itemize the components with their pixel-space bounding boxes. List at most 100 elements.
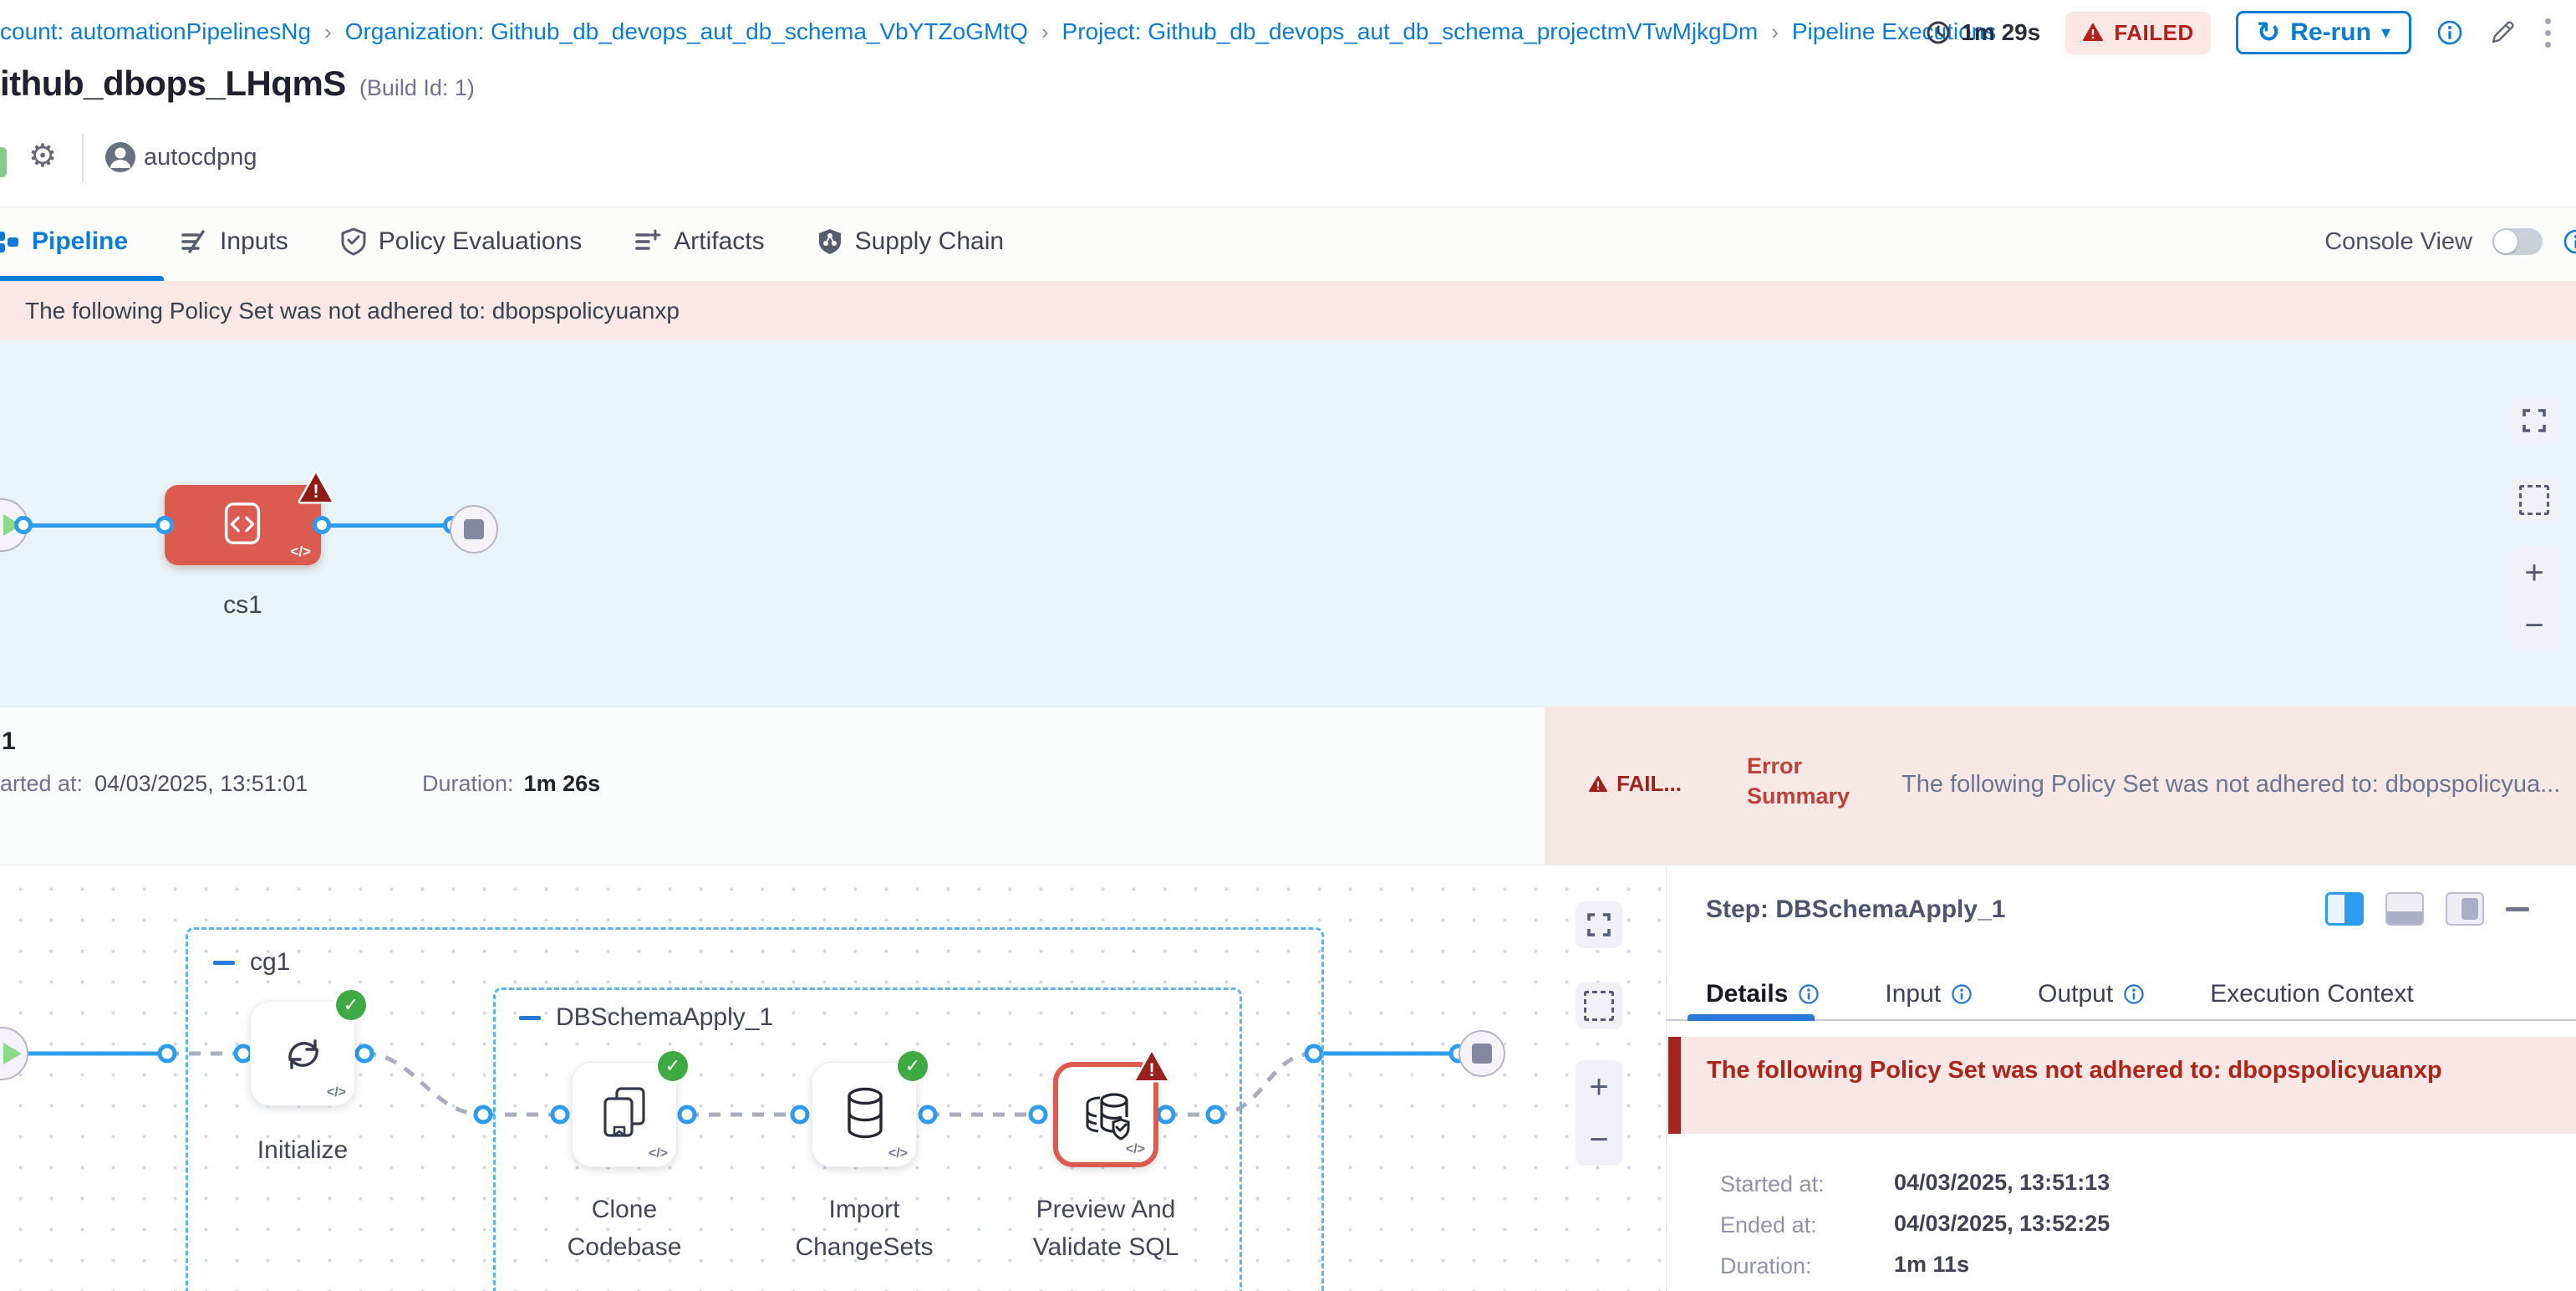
collapse-group-icon[interactable] — [213, 961, 235, 965]
tab-input[interactable]: Input — [1885, 980, 1973, 1008]
step-node-import-changesets[interactable]: </> ✓ — [812, 1062, 917, 1167]
stage-error-section: FAIL... Error Summary The following Poli… — [1545, 707, 2576, 865]
step-label-import-changesets: Import ChangeSets — [764, 1191, 965, 1266]
zoom-controls: + − — [2511, 546, 2558, 651]
tab-pipeline[interactable]: Pipeline — [0, 227, 128, 256]
layout-bottom-icon[interactable] — [2385, 892, 2424, 926]
tab-supply-chain[interactable]: Supply Chain — [817, 227, 1004, 256]
select-icon — [2519, 485, 2549, 515]
breadcrumb-separator: › — [324, 19, 332, 45]
code-glyph: </> — [290, 543, 311, 560]
status-sliver — [0, 147, 7, 177]
tab-policy-evaluations[interactable]: Policy Evaluations — [340, 227, 582, 256]
minimize-panel-icon[interactable] — [2506, 907, 2529, 911]
breadcrumb: count: automationPipelinesNg › Organizat… — [0, 18, 1996, 45]
step-panel-title: Step: DBSchemaApply_1 — [1706, 896, 2005, 924]
user-avatar-icon — [104, 140, 137, 174]
step-node-preview-validate-sql[interactable]: </> ! — [1053, 1062, 1158, 1167]
panel-layout-controls — [2325, 892, 2529, 926]
layout-floating-icon[interactable] — [2446, 892, 2484, 926]
play-icon — [3, 1043, 22, 1064]
console-view-toggle[interactable] — [2492, 228, 2543, 255]
zoom-controls: + − — [1576, 1060, 1622, 1166]
step-node-clone-codebase[interactable]: </> ✓ — [572, 1062, 677, 1167]
started-at-value: 04/03/2025, 13:51:13 — [1894, 1170, 2110, 1196]
stage-fail-badge: FAIL... — [1588, 771, 1682, 797]
success-badge-icon: ✓ — [658, 1051, 688, 1081]
select-icon — [1584, 991, 1614, 1021]
breadcrumb-separator: › — [1771, 19, 1779, 45]
zoom-out-button[interactable]: − — [2524, 609, 2543, 642]
fullscreen-button[interactable] — [1576, 901, 1622, 948]
breadcrumb-separator: › — [1041, 19, 1049, 45]
code-glyph: </> — [1126, 1142, 1145, 1157]
tab-artifacts[interactable]: Artifacts — [634, 227, 764, 256]
edge — [322, 523, 452, 528]
breadcrumb-project[interactable]: Project: Github_db_devops_aut_db_schema_… — [1062, 18, 1759, 45]
step-error-message-box: The following Policy Set was not adhered… — [1668, 1037, 2576, 1134]
tab-inputs[interactable]: Inputs — [180, 227, 288, 256]
console-view-label: Console View — [2324, 228, 2472, 256]
duration-label: Duration: — [1720, 1253, 1812, 1279]
stage-summary-bar: 1 arted at: 04/03/2025, 13:51:01 Duratio… — [0, 707, 2576, 865]
multi-select-button[interactable] — [2511, 477, 2558, 523]
svg-text:!: ! — [313, 481, 318, 502]
step-node-initialize[interactable]: </> ✓ — [250, 1001, 355, 1106]
fullscreen-button[interactable] — [2511, 397, 2558, 444]
stage-graph-canvas[interactable]: </> ! cs1 + − — [0, 340, 2576, 707]
pipeline-icon — [0, 228, 20, 255]
stage-node-cs1[interactable]: </> ! — [165, 485, 321, 565]
code-glyph: </> — [888, 1146, 908, 1161]
inputs-icon — [180, 228, 208, 255]
step-graph-canvas[interactable]: cg1 DBSchemaApply_1 </> ✓ Initialize </>… — [0, 865, 1666, 1291]
collapse-group-icon[interactable] — [519, 1016, 541, 1020]
multi-select-button[interactable] — [1576, 982, 1622, 1029]
zoom-out-button[interactable]: − — [1589, 1123, 1608, 1156]
tab-output[interactable]: Output — [2038, 980, 2145, 1008]
duration-value: 1m 11s — [1894, 1252, 1969, 1278]
error-badge-icon: ! — [296, 470, 336, 507]
caret-down-icon: ▾ — [2381, 22, 2390, 43]
more-options-menu-icon[interactable] — [2542, 15, 2554, 51]
artifacts-icon — [634, 228, 662, 255]
code-glyph: </> — [649, 1146, 668, 1161]
step-label-preview-validate-sql: Preview And Validate SQL — [1005, 1191, 1206, 1266]
info-icon[interactable] — [1798, 983, 1820, 1005]
step-error-message: The following Policy Set was not adhered… — [1707, 1057, 2576, 1084]
info-icon[interactable] — [2563, 228, 2576, 255]
tab-details[interactable]: Details — [1706, 980, 1820, 1008]
svg-text:!: ! — [1148, 1059, 1154, 1080]
error-summary-label: Error Summary — [1747, 751, 1881, 812]
gear-icon[interactable]: ⚙ — [28, 137, 57, 175]
breadcrumb-account[interactable]: count: automationPipelinesNg — [0, 18, 311, 45]
top-header: count: automationPipelinesNg › Organizat… — [0, 0, 2576, 63]
clone-codebase-icon — [598, 1085, 652, 1142]
clock-icon — [1926, 20, 1951, 45]
tab-execution-context[interactable]: Execution Context — [2210, 980, 2413, 1008]
info-icon[interactable] — [2436, 19, 2463, 46]
step-label-clone-codebase: Clone Codebase — [541, 1191, 708, 1266]
edge-port — [155, 516, 174, 534]
rerun-button[interactable]: ↻ Re-run ▾ — [2236, 11, 2411, 54]
layout-split-right-icon[interactable] — [2325, 892, 2364, 926]
stage-duration: Duration: 1m 26s — [422, 771, 600, 797]
info-icon[interactable] — [1951, 983, 1973, 1005]
edge-port — [313, 516, 331, 534]
info-icon[interactable] — [2123, 983, 2145, 1005]
code-glyph: </> — [327, 1085, 346, 1100]
initialize-sync-icon — [278, 1029, 328, 1079]
status-badge: FAILED — [2065, 12, 2210, 54]
group-cg1-label: cg1 — [250, 948, 290, 977]
zoom-in-button[interactable]: + — [2524, 556, 2543, 589]
supply-chain-shield-icon — [817, 227, 843, 256]
warning-icon — [1588, 775, 1608, 793]
pipeline-title: ithub_dbops_LHqmS — [0, 64, 346, 104]
warning-icon — [2082, 23, 2104, 43]
breadcrumb-organization[interactable]: Organization: Github_db_devops_aut_db_sc… — [345, 18, 1028, 45]
fullscreen-icon — [2521, 407, 2548, 434]
zoom-in-button[interactable]: + — [1589, 1070, 1608, 1104]
build-id: (Build Id: 1) — [359, 75, 475, 101]
edit-pencil-icon[interactable] — [2488, 18, 2517, 47]
error-badge-icon: ! — [1132, 1049, 1172, 1085]
database-validate-icon — [1079, 1085, 1136, 1144]
